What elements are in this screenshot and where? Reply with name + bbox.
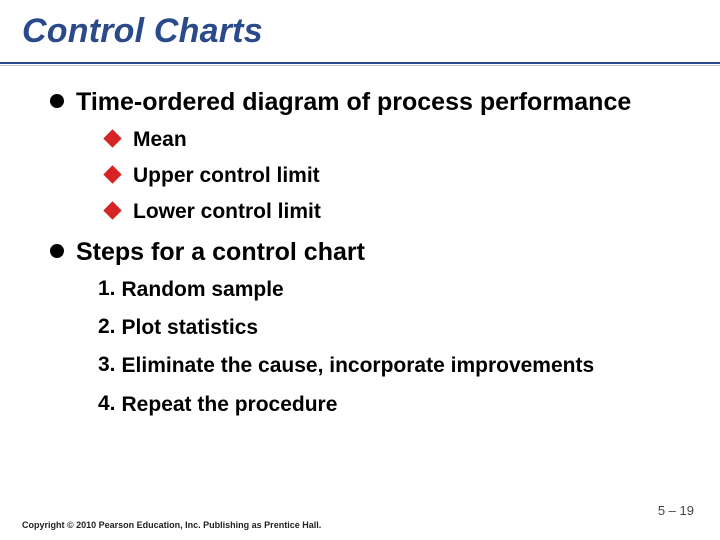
step-number: 2. [98, 315, 116, 339]
diamond-bullet-icon [103, 201, 121, 219]
bullet-steps: Steps for a control chart [50, 238, 680, 268]
bullet-text: Time-ordered diagram of process performa… [76, 88, 631, 118]
copyright-notice: Copyright © 2010 Pearson Education, Inc.… [22, 520, 321, 530]
step-2: 2. Plot statistics [98, 315, 680, 340]
numbered-steps-list: 1. Random sample 2. Plot statistics 3. E… [98, 277, 680, 417]
step-4: 4. Repeat the procedure [98, 392, 680, 417]
sub-bullet-text: Mean [133, 128, 187, 152]
sub-bullet-text: Upper control limit [133, 164, 320, 188]
disc-bullet-icon [50, 94, 64, 108]
step-text: Repeat the procedure [122, 392, 338, 417]
step-number: 3. [98, 353, 116, 377]
disc-bullet-icon [50, 244, 64, 258]
step-text: Plot statistics [122, 315, 259, 340]
sub-bullet-mean: Mean [106, 128, 680, 152]
bullet-time-ordered: Time-ordered diagram of process performa… [50, 88, 680, 118]
step-text: Random sample [122, 277, 284, 302]
step-3: 3. Eliminate the cause, incorporate impr… [98, 353, 680, 378]
page-number: 5 – 19 [658, 503, 694, 518]
sub-bullet-lcl: Lower control limit [106, 200, 680, 224]
step-number: 4. [98, 392, 116, 416]
step-number: 1. [98, 277, 116, 301]
slide: Control Charts Time-ordered diagram of p… [0, 0, 720, 540]
step-text: Eliminate the cause, incorporate improve… [122, 353, 595, 378]
diamond-bullet-icon [103, 129, 121, 147]
title-rule-shadow [0, 65, 720, 66]
title-rule [0, 62, 720, 64]
slide-title: Control Charts [22, 12, 263, 51]
step-1: 1. Random sample [98, 277, 680, 302]
sub-bullet-list: Mean Upper control limit Lower control l… [106, 128, 680, 224]
diamond-bullet-icon [103, 165, 121, 183]
sub-bullet-text: Lower control limit [133, 200, 321, 224]
sub-bullet-ucl: Upper control limit [106, 164, 680, 188]
content-area: Time-ordered diagram of process performa… [50, 88, 680, 430]
bullet-text: Steps for a control chart [76, 238, 365, 268]
